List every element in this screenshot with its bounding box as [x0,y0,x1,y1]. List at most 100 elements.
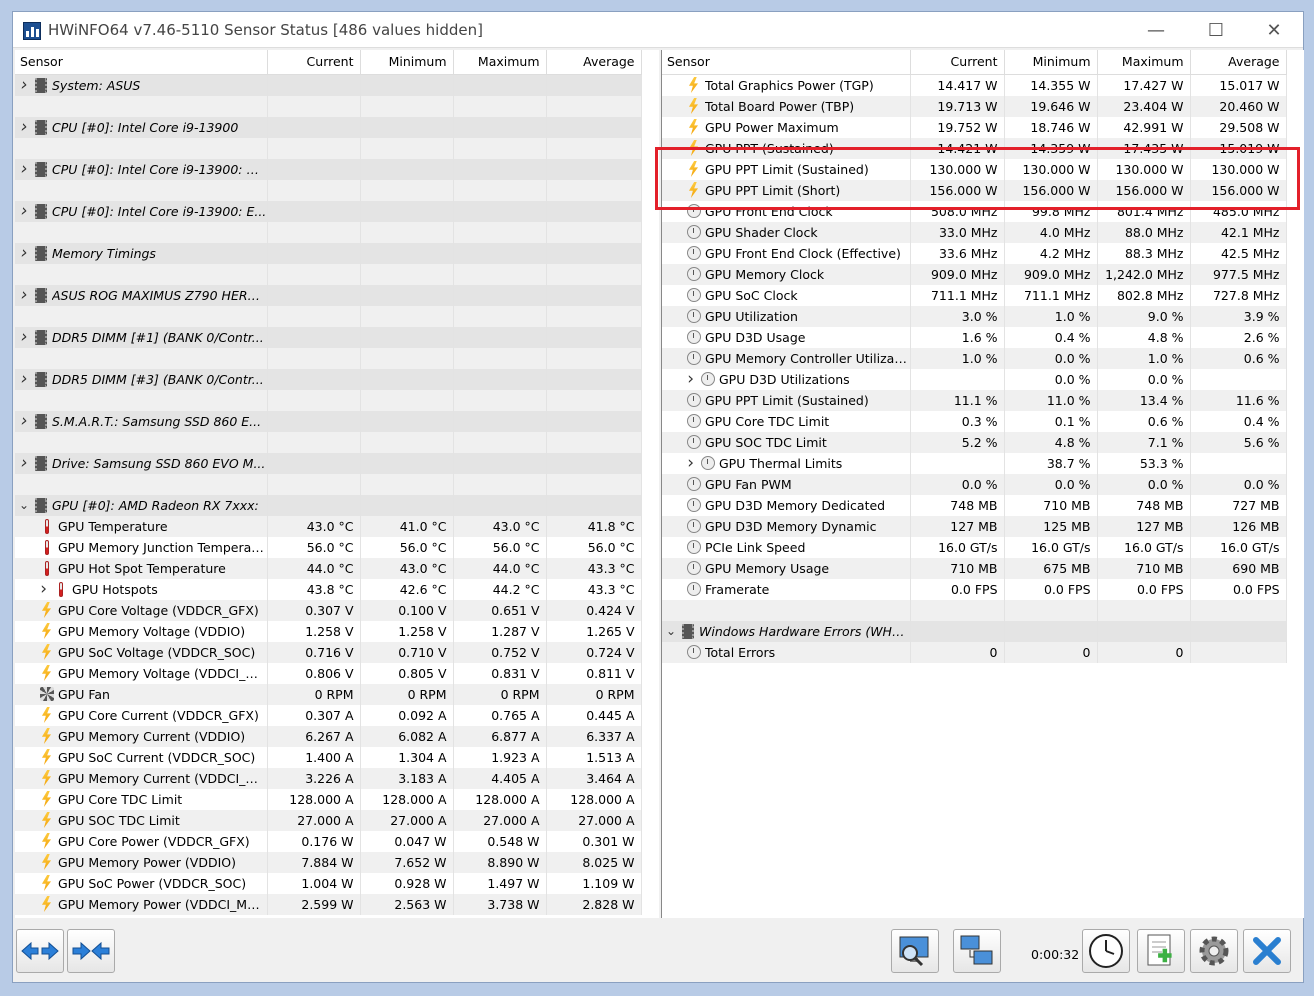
sensor-row[interactable]: GPU Memory Power (VDDCI_MEM) 2.599 W 2.563… [15,893,642,915]
close-sensors-button[interactable] [1243,929,1291,973]
sensor-row[interactable]: GPU Memory Voltage (VDDCI_ME... 0.806 V 0.… [15,662,642,684]
chevron-right-icon[interactable]: › [15,201,33,221]
maximum-value: 0.651 V [453,599,547,621]
sensor-group-row[interactable]: › DDR5 DIMM [#1] (BANK 0/Contr... [15,326,642,348]
chevron-right-icon[interactable]: › [15,411,33,431]
sensor-row[interactable]: PCIe Link Speed 16.0 GT/s 16.0 GT/s 16.0 GT… [662,536,1287,558]
maximize-button[interactable]: ☐ [1187,12,1245,48]
sensor-row[interactable]: GPU Temperature 43.0 °C 41.0 °C 43.0 °C 41.8… [15,515,642,537]
sensor-name-wrap: GPU PPT Limit (Sustained) [662,390,909,411]
sensor-group-row[interactable]: › ASUS ROG MAXIMUS Z790 HERO... [15,284,642,306]
sensor-row[interactable]: GPU Hot Spot Temperature 44.0 °C 43.0 °C 44… [15,557,642,579]
col-sensor-header[interactable]: Sensor [15,50,268,75]
sensor-group-row[interactable]: › DDR5 DIMM [#3] (BANK 0/Contr... [15,368,642,390]
chevron-right-icon[interactable]: › [15,579,53,599]
sensor-row[interactable]: GPU Core TDC Limit 128.000 A 128.000 A 128.… [15,788,642,810]
sensor-row[interactable]: GPU Fan PWM 0.0 % 0.0 % 0.0 % 0.0 % [662,473,1287,495]
sensor-row[interactable]: › GPU D3D Utilizations 0.0 % 0.0 % [662,368,1287,390]
sensor-row[interactable]: GPU SOC TDC Limit 5.2 % 4.8 % 7.1 % 5.6 % [662,431,1287,453]
sensor-row[interactable]: GPU Memory Junction Temperat... 56.0 °C 56… [15,536,642,558]
sensor-row[interactable]: GPU D3D Memory Dynamic 127 MB 125 MB 127 MB… [662,515,1287,537]
sensor-row[interactable]: Total Graphics Power (TGP) 14.417 W 14.355… [662,74,1287,96]
sensor-group-row[interactable]: ⌄ GPU [#0]: AMD Radeon RX 7xxx: [15,494,642,516]
minimum-value: 0.100 V [360,599,454,621]
sensor-row[interactable]: GPU Core TDC Limit 0.3 % 0.1 % 0.6 % 0.4 % [662,410,1287,432]
chevron-right-icon[interactable]: › [15,285,33,305]
right-sensor-pane[interactable]: Sensor Current Minimum Maximum Average T… [661,50,1304,918]
sensor-row[interactable]: › GPU Thermal Limits 38.7 % 53.3 % [662,452,1287,474]
chevron-right-icon[interactable]: › [15,369,33,389]
sensor-label: GPU Memory Power (VDDIO) [58,854,237,870]
close-window-button[interactable]: ✕ [1245,12,1303,48]
sensor-row[interactable]: › GPU Hotspots 43.8 °C 42.6 °C 44.2 °C 43.3 °… [15,578,642,600]
sensor-row[interactable]: GPU Front End Clock (Effective) 33.6 MHz 4… [662,242,1287,264]
chevron-down-icon[interactable]: ⌄ [662,624,680,638]
clock-button[interactable] [1082,929,1130,973]
sensor-row[interactable]: GPU Memory Usage 710 MB 675 MB 710 MB 690 MB [662,557,1287,579]
sensor-group-row[interactable]: › CPU [#0]: Intel Core i9-13900: D... [15,158,642,180]
col-sensor-header[interactable]: Sensor [662,50,911,75]
sensor-row[interactable]: GPU SOC TDC Limit 27.000 A 27.000 A 27.000 … [15,809,642,831]
expand-arrows-button[interactable] [16,929,64,973]
sensor-group-row[interactable]: ⌄ Windows Hardware Errors (WHEA) [662,620,1287,642]
sensor-group-row[interactable]: › S.M.A.R.T.: Samsung SSD 860 E... [15,410,642,432]
sensor-row[interactable]: GPU Core Power (VDDCR_GFX) 0.176 W 0.047 W… [15,830,642,852]
chevron-right-icon[interactable]: › [15,75,33,95]
sensor-row[interactable]: GPU Memory Current (VDDCI_ME... 3.226 A 3.… [15,767,642,789]
chevron-right-icon[interactable]: › [15,117,33,137]
sensor-row[interactable]: GPU Fan 0 RPM 0 RPM 0 RPM 0 RPM [15,683,642,705]
sensor-group-row[interactable]: › Drive: Samsung SSD 860 EVO M... [15,452,642,474]
chevron-right-icon[interactable]: › [15,243,33,263]
sensor-row[interactable]: GPU Front End Clock 508.0 MHz 99.8 MHz 801.… [662,200,1287,222]
sensor-row[interactable]: Framerate 0.0 FPS 0.0 FPS 0.0 FPS 0.0 FPS [662,578,1287,600]
sensor-group-row[interactable]: › CPU [#0]: Intel Core i9-13900 [15,116,642,138]
sensor-row[interactable]: GPU Memory Clock 909.0 MHz 909.0 MHz 1,242.… [662,263,1287,285]
sensor-row[interactable]: GPU Utilization 3.0 % 1.0 % 9.0 % 3.9 % [662,305,1287,327]
sensor-row[interactable]: GPU Memory Controller Utilization 1.0 % 0.… [662,347,1287,369]
col-average-header[interactable]: Average [546,50,642,75]
sensor-row[interactable]: GPU D3D Memory Dedicated 748 MB 710 MB 748 … [662,494,1287,516]
sensor-row[interactable]: Total Errors 0 0 0 [662,641,1287,663]
chevron-right-icon[interactable]: › [662,369,700,389]
col-current-header[interactable]: Current [267,50,361,75]
chevron-right-icon[interactable]: › [662,453,700,473]
col-maximum-header[interactable]: Maximum [453,50,547,75]
sensor-group-row[interactable]: › System: ASUS [15,74,642,96]
sensor-row[interactable]: GPU PPT Limit (Short) 156.000 W 156.000 W1… [662,179,1287,201]
sensor-row[interactable]: GPU SoC Power (VDDCR_SOC) 1.004 W 0.928 W1… [15,872,642,894]
sensor-group-row[interactable]: › Memory Timings [15,242,642,264]
sensor-monitor-button[interactable] [891,929,939,973]
chevron-right-icon[interactable]: › [15,453,33,473]
col-maximum-header[interactable]: Maximum [1097,50,1191,75]
sensor-row[interactable]: GPU SoC Current (VDDCR_SOC) 1.400 A 1.304 … [15,746,642,768]
sensor-group-row[interactable]: › CPU [#0]: Intel Core i9-13900: E... [15,200,642,222]
chevron-right-icon[interactable]: › [15,159,33,179]
col-minimum-header[interactable]: Minimum [1004,50,1098,75]
sensor-row[interactable]: GPU Memory Current (VDDIO) 6.267 A 6.082 A… [15,725,642,747]
left-sensor-pane[interactable]: Sensor Current Minimum Maximum Average ›… [15,50,659,918]
sensor-row[interactable]: GPU PPT Limit (Sustained) 130.000 W 130.00… [662,158,1287,180]
sensor-row[interactable]: GPU Memory Power (VDDIO) 7.884 W 7.652 W 8.… [15,851,642,873]
sensor-row[interactable]: GPU Core Voltage (VDDCR_GFX) 0.307 V 0.100… [15,599,642,621]
collapse-arrows-button[interactable] [67,929,115,973]
sensor-row[interactable]: GPU Power Maximum 19.752 W 18.746 W 42.991 … [662,116,1287,138]
sensor-row[interactable]: GPU D3D Usage 1.6 % 0.4 % 4.8 % 2.6 % [662,326,1287,348]
sensor-row[interactable]: GPU PPT Limit (Sustained) 11.1 % 11.0 % 13.… [662,389,1287,411]
network-button[interactable] [953,929,1001,973]
minimize-button[interactable]: — [1127,12,1185,48]
col-average-header[interactable]: Average [1190,50,1287,75]
sensor-row[interactable]: GPU PPT (Sustained) 14.421 W 14.359 W 17.43… [662,137,1287,159]
sensor-row[interactable]: GPU Core Current (VDDCR_GFX) 0.307 A 0.092… [15,704,642,726]
report-button[interactable] [1137,929,1185,973]
chevron-right-icon[interactable]: › [15,327,33,347]
empty-cell [453,473,547,495]
col-minimum-header[interactable]: Minimum [360,50,454,75]
sensor-row[interactable]: GPU Memory Voltage (VDDIO) 1.258 V 1.258 V… [15,620,642,642]
chevron-down-icon[interactable]: ⌄ [15,498,33,512]
settings-button[interactable] [1190,929,1238,973]
sensor-row[interactable]: Total Board Power (TBP) 19.713 W 19.646 W2… [662,95,1287,117]
sensor-row[interactable]: GPU Shader Clock 33.0 MHz 4.0 MHz 88.0 MHz 4… [662,221,1287,243]
sensor-row[interactable]: GPU SoC Voltage (VDDCR_SOC) 0.716 V 0.710 … [15,641,642,663]
col-current-header[interactable]: Current [910,50,1005,75]
sensor-row[interactable]: GPU SoC Clock 711.1 MHz 711.1 MHz 802.8 MHz… [662,284,1287,306]
